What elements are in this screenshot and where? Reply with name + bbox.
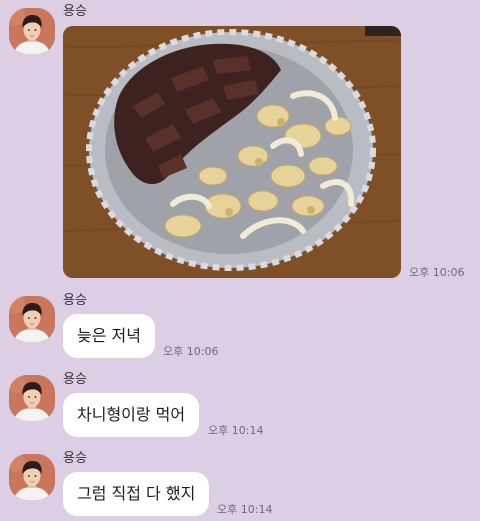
message-photo: 용승 오후 10:06 xyxy=(0,0,480,290)
message-bubble[interactable]: 차니형이랑 먹어 xyxy=(63,393,200,437)
message-time: 오후 10:06 xyxy=(163,345,219,358)
avatar[interactable] xyxy=(9,296,55,342)
message-bubble[interactable]: 늦은 저녁 xyxy=(63,314,155,358)
food-photo-icon xyxy=(63,26,401,278)
sender-name: 용승 xyxy=(63,372,87,387)
message-time: 오후 10:14 xyxy=(217,503,273,516)
avatar[interactable] xyxy=(9,8,55,54)
sender-name: 용승 xyxy=(63,4,87,19)
food-photo[interactable] xyxy=(63,26,401,278)
message-text: 용승 그럼 직접 다 했지 오후 10:14 xyxy=(0,448,480,521)
avatar[interactable] xyxy=(9,454,55,500)
message-time: 오후 10:14 xyxy=(208,424,264,437)
message-bubble[interactable]: 그럼 직접 다 했지 xyxy=(63,472,210,516)
avatar[interactable] xyxy=(9,375,55,421)
message-time: 오후 10:06 xyxy=(409,266,465,279)
sender-name: 용승 xyxy=(63,451,87,466)
message-text: 용승 늦은 저녁 오후 10:06 xyxy=(0,290,480,362)
message-text: 용승 차니형이랑 먹어 오후 10:14 xyxy=(0,369,480,441)
sender-name: 용승 xyxy=(63,293,87,308)
